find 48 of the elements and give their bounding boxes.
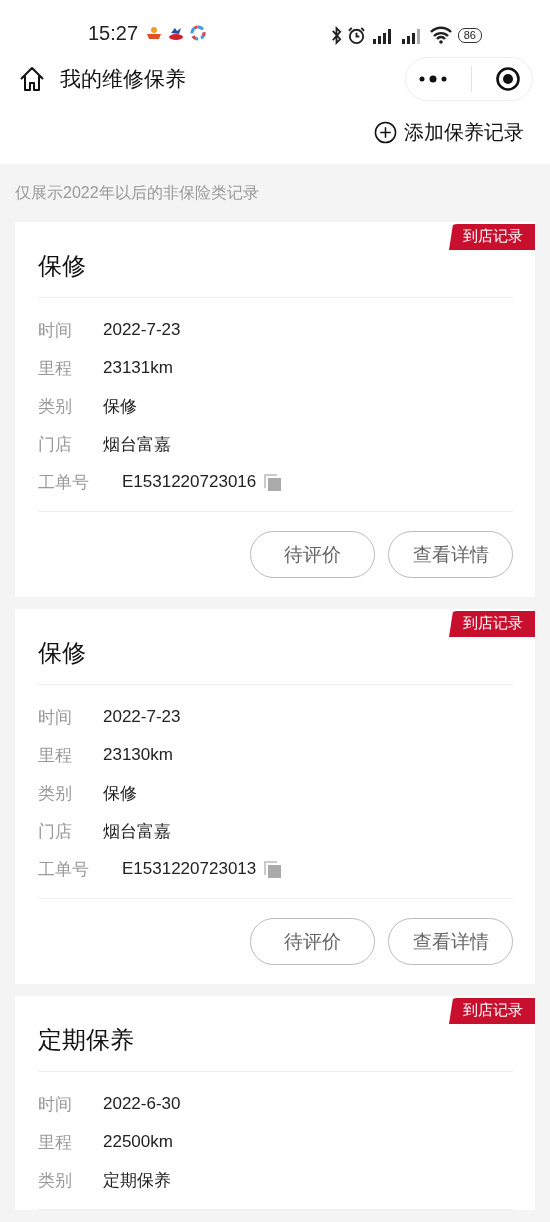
field-label: 工单号 (38, 858, 90, 881)
visit-record-badge: 到店记录 (449, 998, 535, 1024)
app-icon (146, 25, 163, 42)
field-value: E1531220723016 (122, 472, 257, 492)
status-time: 15:27 (88, 21, 139, 45)
app-icon (168, 25, 185, 42)
add-record-button[interactable]: 添加保养记录 (374, 119, 524, 147)
action-button[interactable]: 待评价 (250, 531, 375, 578)
alarm-icon (346, 25, 366, 45)
field-label: 时间 (38, 319, 73, 342)
field-label: 里程 (38, 1131, 73, 1154)
field-value: 23131km (103, 358, 173, 378)
field-value: 烟台富嘉 (103, 820, 171, 843)
field-value: 23130km (103, 745, 173, 765)
field-value: 保修 (103, 395, 137, 418)
action-button[interactable]: 查看详情 (388, 918, 513, 965)
field-value: 2022-7-23 (103, 320, 181, 340)
action-button[interactable]: 查看详情 (388, 531, 513, 578)
close-icon[interactable] (494, 66, 521, 93)
home-icon[interactable] (18, 65, 46, 94)
field-label: 类别 (38, 395, 73, 418)
visit-record-badge: 到店记录 (449, 224, 535, 250)
field-value: 保修 (103, 782, 137, 805)
more-icon[interactable] (417, 74, 448, 85)
field-label: 工单号 (38, 471, 90, 494)
field-label: 里程 (38, 357, 73, 380)
field-value: E1531220723013 (122, 859, 257, 879)
plus-icon (374, 121, 397, 145)
field-label: 类别 (38, 1169, 73, 1192)
field-label: 时间 (38, 706, 73, 729)
app-icon (190, 25, 207, 42)
notice-text: 仅展示2022年以后的非保险类记录 (15, 183, 260, 203)
field-label: 门店 (38, 820, 73, 843)
field-label: 里程 (38, 744, 73, 767)
visit-record-badge: 到店记录 (449, 611, 535, 637)
bluetooth-icon (330, 25, 342, 45)
field-value: 烟台富嘉 (103, 433, 171, 456)
field-value: 定期保养 (103, 1169, 171, 1192)
field-value: 22500km (103, 1132, 173, 1152)
field-value: 2022-7-23 (103, 707, 181, 727)
field-label: 时间 (38, 1093, 73, 1116)
field-label: 门店 (38, 433, 73, 456)
field-label: 类别 (38, 782, 73, 805)
page-title: 我的维修保养 (60, 66, 187, 93)
action-button[interactable]: 待评价 (250, 918, 375, 965)
field-value: 2022-6-30 (103, 1094, 181, 1114)
wifi-icon (428, 26, 453, 45)
battery-indicator: 86 (457, 27, 482, 43)
